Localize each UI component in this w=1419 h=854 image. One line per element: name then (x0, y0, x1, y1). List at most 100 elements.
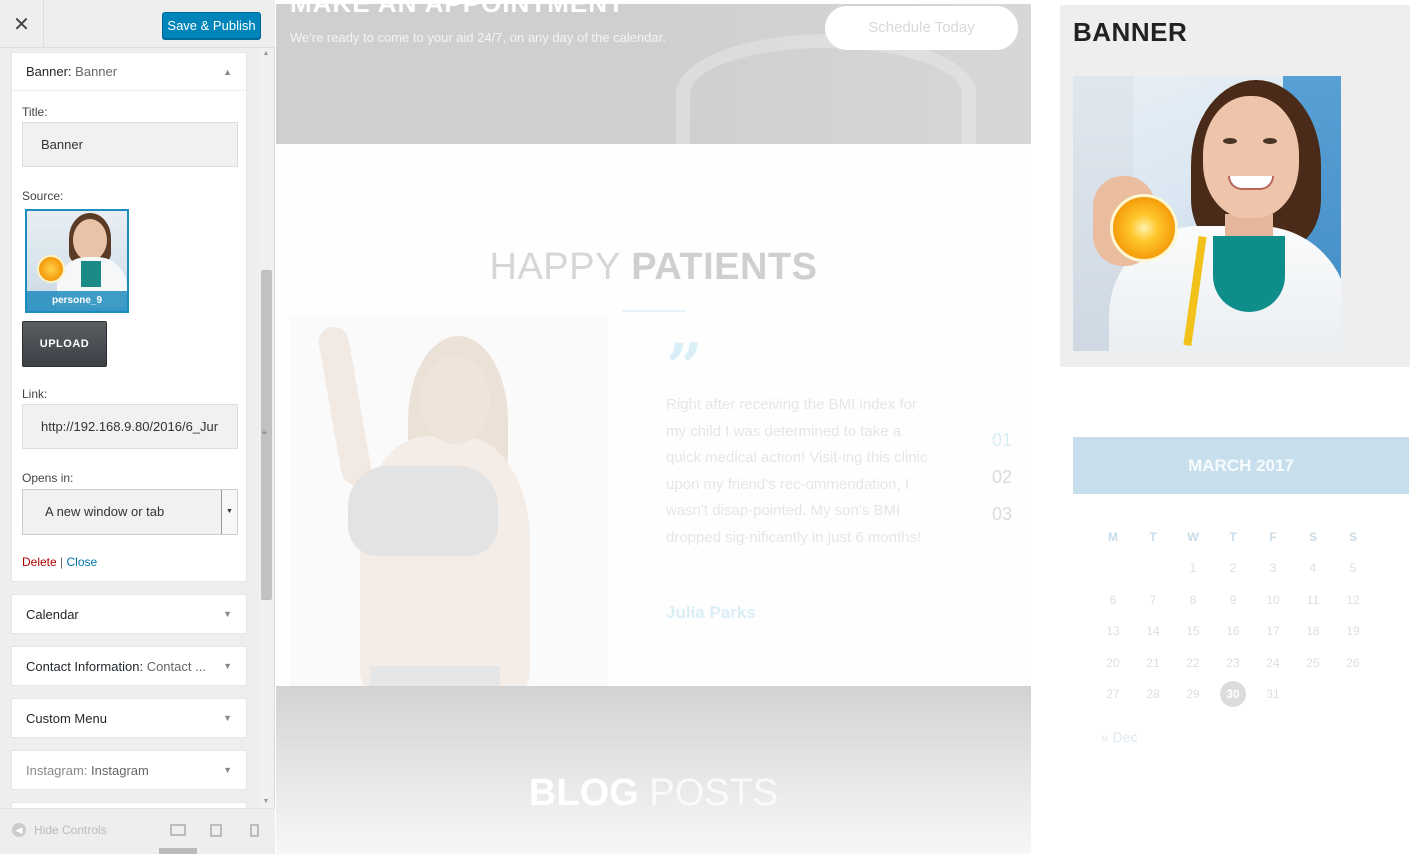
image-eye (1263, 138, 1277, 144)
calendar-day[interactable]: 9 (1213, 593, 1253, 607)
widget-calendar[interactable]: Calendar ▼ (11, 594, 247, 634)
widget-instagram-header[interactable]: Instagram: Instagram ▼ (12, 751, 246, 789)
widget-instagram[interactable]: Instagram: Instagram ▼ (11, 750, 247, 790)
widget-calendar-header[interactable]: Calendar ▼ (12, 595, 246, 633)
calendar-day[interactable]: 16 (1213, 624, 1253, 638)
slide-number[interactable]: 02 (992, 467, 1012, 488)
calendar-day[interactable]: 6 (1093, 593, 1133, 607)
calendar-weekday: S (1348, 530, 1357, 544)
widget-type-label: Contact Information: (26, 658, 144, 674)
site-preview: MAKE AN APPOINTMENT We're ready to come … (276, 0, 1031, 854)
calendar-day[interactable]: 7 (1133, 593, 1173, 607)
save-publish-button[interactable]: Save & Publish (162, 12, 261, 39)
calendar-day[interactable]: 2 (1213, 561, 1253, 575)
slide-number[interactable]: 03 (992, 504, 1012, 525)
calendar-day[interactable]: 29 (1173, 687, 1213, 701)
active-device-indicator (159, 848, 197, 854)
opens-in-select[interactable]: A new window or tab ▼ (22, 489, 238, 535)
calendar-day[interactable]: 30 (1213, 687, 1253, 701)
calendar-day[interactable]: 4 (1293, 561, 1333, 575)
calendar-day[interactable]: 8 (1173, 593, 1213, 607)
calendar-day[interactable]: 31 (1253, 687, 1293, 701)
banner-image[interactable] (1073, 76, 1341, 351)
hide-controls-label: Hide Controls (34, 823, 107, 837)
dropdown-arrow-icon[interactable]: ▼ (221, 490, 237, 534)
patients-heading-light: HAPPY (489, 246, 621, 288)
chevron-down-icon[interactable]: ▼ (223, 661, 232, 671)
hide-controls-button[interactable]: ◀ Hide Controls (12, 823, 107, 837)
patients-heading-bold: PATIENTS (631, 246, 818, 288)
collapse-icon: ◀ (12, 823, 26, 837)
calendar-day[interactable]: 1 (1173, 561, 1213, 575)
testimonial-author: Julia Parks (666, 603, 756, 622)
title-input[interactable]: Banner (22, 122, 238, 167)
image-smile (1228, 176, 1274, 190)
image-orange (1110, 194, 1178, 262)
calendar-day[interactable]: 15 (1173, 624, 1213, 638)
widget-title-label: Contact ... (146, 658, 206, 674)
panel-scrollbar[interactable]: ▲ ≡ ▼ (259, 48, 273, 808)
image-face (1203, 96, 1299, 218)
testimonial-text: Right after receiving the BMI index for … (666, 396, 928, 546)
calendar-day[interactable]: 28 (1133, 687, 1173, 701)
scroll-up-icon[interactable]: ▲ (259, 48, 273, 60)
schedule-today-button[interactable]: Schedule Today (825, 6, 1018, 50)
widget-banner-header[interactable]: Banner: Banner ▲ (12, 53, 246, 91)
calendar-day[interactable]: 19 (1333, 624, 1373, 638)
close-icon[interactable]: ✕ (0, 0, 44, 48)
calendar-day[interactable]: 17 (1253, 624, 1293, 638)
calendar-day[interactable]: 25 (1293, 656, 1333, 670)
calendar-day[interactable]: 22 (1173, 656, 1213, 670)
calendar-day[interactable]: 26 (1333, 656, 1373, 670)
thumb-orange (37, 255, 65, 283)
calendar-day[interactable]: 11 (1293, 593, 1333, 607)
widget-type-label: Banner: (26, 64, 72, 79)
calendar-day[interactable]: 24 (1253, 656, 1293, 670)
mobile-preview-icon[interactable] (250, 824, 259, 837)
thumb-shirt (81, 261, 101, 287)
opens-in-value: A new window or tab (45, 504, 165, 519)
photo-shorts (370, 666, 500, 686)
panel-footer: ◀ Hide Controls (0, 808, 275, 854)
banner-heading: BANNER (1073, 17, 1188, 47)
widget-type-label: Instagram: (26, 762, 88, 778)
scroll-down-icon[interactable]: ▼ (259, 796, 273, 808)
desktop-preview-icon[interactable] (170, 824, 186, 836)
grip-icon: ≡ (262, 428, 267, 437)
calendar-day[interactable]: 3 (1253, 561, 1293, 575)
chevron-down-icon[interactable]: ▼ (223, 713, 232, 723)
widget-contact-header[interactable]: Contact Information: Contact ... ▼ (12, 647, 246, 685)
tablet-preview-icon[interactable] (210, 824, 222, 837)
widget-contact-information[interactable]: Contact Information: Contact ... ▼ (11, 646, 247, 686)
calendar-day[interactable]: 14 (1133, 624, 1173, 638)
widget-title-label: Instagram (91, 762, 149, 778)
upload-button[interactable]: UPLOAD (22, 321, 107, 367)
blog-section: BLOG POSTS (276, 686, 1031, 854)
source-label: Source: (22, 189, 64, 203)
chevron-down-icon[interactable]: ▼ (223, 609, 232, 619)
calendar-day[interactable]: 21 (1133, 656, 1173, 670)
calendar-day[interactable]: 23 (1213, 656, 1253, 670)
delete-link[interactable]: Delete (22, 555, 57, 569)
calendar-day[interactable]: 20 (1093, 656, 1133, 670)
calendar-weekday: T (1229, 530, 1237, 544)
chevron-down-icon[interactable]: ▼ (223, 765, 232, 775)
calendar-day[interactable]: 13 (1093, 624, 1133, 638)
calendar-weekday: F (1269, 530, 1277, 544)
link-input[interactable]: http://192.168.9.80/2016/6_Jur (22, 404, 238, 449)
chevron-up-icon[interactable]: ▲ (223, 67, 232, 77)
calendar-prev-link[interactable]: « Dec (1101, 729, 1138, 745)
calendar-day[interactable]: 18 (1293, 624, 1333, 638)
calendar-day[interactable]: 5 (1333, 561, 1373, 575)
widget-menu-header[interactable]: Custom Menu ▼ (12, 699, 246, 737)
close-link[interactable]: Close (67, 555, 98, 569)
thumb-face (73, 219, 107, 261)
slide-number[interactable]: 01 (992, 430, 1012, 451)
customizer-panel: ✕ Save & Publish ▲ ≡ ▼ Banner: Banner ▲ … (0, 0, 275, 854)
calendar-day[interactable]: 27 (1093, 687, 1133, 701)
source-image-thumbnail[interactable]: persone_9 (25, 209, 129, 313)
calendar-day[interactable]: 12 (1333, 593, 1373, 607)
blog-heading: BLOG POSTS (276, 772, 1031, 815)
calendar-day[interactable]: 10 (1253, 593, 1293, 607)
widget-custom-menu[interactable]: Custom Menu ▼ (11, 698, 247, 738)
